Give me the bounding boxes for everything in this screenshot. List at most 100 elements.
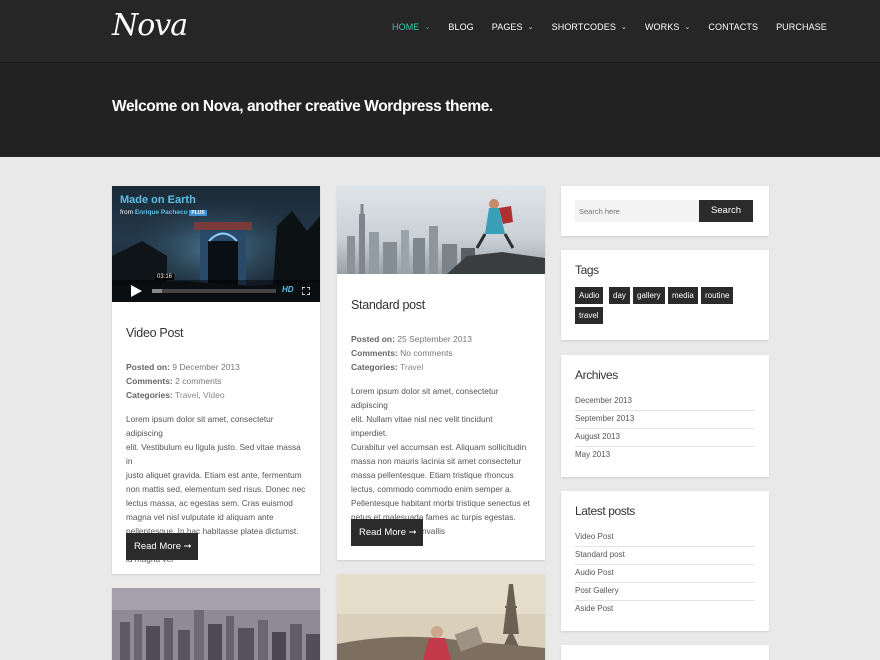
video-title[interactable]: Made on Earth	[120, 194, 196, 206]
latest-posts-widget: Latest posts Video Post Standard post Au…	[561, 491, 769, 631]
comments-link[interactable]: 2 comments	[175, 376, 221, 386]
post-categories: Categories: Travel, Video	[126, 388, 306, 402]
meta-value: 9 December 2013	[172, 362, 240, 372]
video-author-link[interactable]: Enrique Pacheco	[135, 209, 188, 216]
nav-item-works[interactable]: WORKS ⌄	[645, 22, 690, 32]
excerpt-line: Lorem ipsum dolor sit amet, consectetur …	[351, 386, 499, 410]
nav-item-shortcodes[interactable]: SHORTCODES ⌄	[552, 22, 627, 32]
tag-media[interactable]: media	[668, 287, 698, 304]
excerpt-line: massa non mauris lacinia sit amet consec…	[351, 456, 522, 466]
latest-post-link[interactable]: Aside Post	[575, 601, 755, 619]
post-comments: Comments: No comments	[351, 346, 531, 360]
tags-widget: Tags Audio day gallery media routine tra…	[561, 250, 769, 340]
excerpt-line: lectus, commodo commodo enim semper a.	[351, 484, 512, 494]
city-photo	[347, 199, 545, 274]
widget-title-latest-posts: Latest posts	[575, 504, 635, 518]
archive-link[interactable]: August 2013	[575, 429, 755, 447]
meta-value: 25 September 2013	[397, 334, 472, 344]
video-progress-bar[interactable]	[152, 289, 276, 293]
video-player[interactable]: Made on Earth from Enrique Pacheco PLUS …	[112, 186, 320, 302]
chevron-down-icon: ⌄	[527, 24, 534, 31]
latest-post-link[interactable]: Post Gallery	[575, 583, 755, 601]
read-more-button[interactable]: Read More ➞	[126, 533, 198, 560]
tag-audio[interactable]: Audio	[575, 287, 604, 304]
nav-item-home[interactable]: HOME ⌄	[392, 22, 430, 32]
post-categories: Categories: Travel	[351, 360, 531, 374]
excerpt-line: Lorem ipsum dolor sit amet, consectetur …	[126, 414, 274, 438]
category-link[interactable]: Travel	[400, 362, 423, 372]
meta-label: Categories:	[126, 390, 173, 400]
city-skyline-photo[interactable]	[112, 588, 320, 660]
latest-post-link[interactable]: Standard post	[575, 547, 755, 565]
widget-title-tags: Tags	[575, 263, 599, 277]
chevron-down-icon: ⌄	[620, 24, 627, 31]
fullscreen-icon[interactable]	[302, 287, 310, 295]
top-navigation-bar: Nova HOME ⌄ BLOG PAGES ⌄ SHORTCODES ⌄ WO…	[0, 0, 880, 63]
post-image[interactable]	[337, 186, 545, 274]
excerpt-line: elit. Nullam vitae nisl nec velit tincid…	[351, 414, 493, 438]
meta-label: Comments:	[351, 348, 398, 358]
archive-link[interactable]: December 2013	[575, 393, 755, 411]
meta-label: Comments:	[126, 376, 173, 386]
main-menu: HOME ⌄ BLOG PAGES ⌄ SHORTCODES ⌄ WORKS ⌄…	[392, 22, 845, 32]
nav-item-label: PURCHASE	[776, 22, 827, 32]
post-card-standard: Standard post Posted on: 25 September 20…	[337, 186, 545, 560]
nav-item-label: PAGES	[491, 22, 523, 32]
category-link[interactable]: Travel	[175, 390, 198, 400]
excerpt-line: elit. Vestibulum eu ligula justo. Sed vi…	[126, 442, 301, 466]
post-title[interactable]: Standard post	[351, 298, 531, 312]
post-meta: Posted on: 25 September 2013 Comments: N…	[351, 332, 531, 374]
nav-item-label: SHORTCODES	[551, 22, 616, 32]
site-logo[interactable]: Nova	[112, 8, 188, 43]
post-meta: Posted on: 9 December 2013 Comments: 2 c…	[126, 360, 306, 402]
search-input[interactable]	[575, 200, 699, 222]
tag-travel[interactable]: travel	[575, 307, 603, 324]
tag-day[interactable]: day	[609, 287, 630, 304]
post-title[interactable]: Video Post	[126, 326, 306, 340]
nav-item-label: BLOG	[448, 22, 474, 32]
latest-post-link[interactable]: Video Post	[575, 529, 755, 547]
post-card-image	[112, 588, 320, 660]
excerpt-line: justo aliquet gravida. Etiam est ante, f…	[126, 470, 302, 480]
meta-label: Categories:	[351, 362, 398, 372]
nav-item-blog[interactable]: BLOG	[448, 22, 473, 32]
search-button[interactable]: Search	[699, 200, 753, 222]
post-comments: Comments: 2 comments	[126, 374, 306, 388]
meta-label: Posted on:	[126, 362, 170, 372]
tag-routine[interactable]: routine	[701, 287, 734, 304]
sidebar-widget-partial	[561, 645, 769, 660]
archive-link[interactable]: May 2013	[575, 447, 755, 465]
nav-item-pages[interactable]: PAGES ⌄	[492, 22, 534, 32]
hd-icon[interactable]: HD	[282, 285, 294, 294]
read-more-button[interactable]: Read More ➞	[351, 519, 423, 546]
chevron-down-icon: ⌄	[684, 24, 691, 31]
play-icon[interactable]	[130, 285, 142, 297]
nav-item-label: CONTACTS	[708, 22, 759, 32]
paris-photo[interactable]	[337, 574, 545, 660]
post-date: Posted on: 9 December 2013	[126, 360, 306, 374]
latest-post-link[interactable]: Audio Post	[575, 565, 755, 583]
comments-link[interactable]: No comments	[400, 348, 452, 358]
tag-gallery[interactable]: gallery	[633, 287, 665, 304]
archive-link[interactable]: September 2013	[575, 411, 755, 429]
excerpt-line: magna vel nisl vulputate id aliquam ante	[126, 512, 274, 522]
nav-item-purchase[interactable]: PURCHASE	[776, 22, 827, 32]
post-excerpt: Lorem ipsum dolor sit amet, consectetur …	[351, 384, 531, 538]
widget-title-archives: Archives	[575, 368, 618, 382]
post-card-paris	[337, 574, 545, 660]
video-progress-fill	[152, 289, 162, 293]
archives-widget: Archives December 2013 September 2013 Au…	[561, 355, 769, 477]
meta-label: Posted on:	[351, 334, 395, 344]
nav-item-contacts[interactable]: CONTACTS	[708, 22, 758, 32]
post-date: Posted on: 25 September 2013	[351, 332, 531, 346]
excerpt-line: Pellentesque habitant morbi tristique se…	[351, 498, 530, 508]
search-widget: Search	[561, 186, 769, 236]
category-link[interactable]: Video	[203, 390, 225, 400]
nav-item-label: HOME	[392, 22, 420, 32]
chevron-down-icon: ⌄	[424, 24, 431, 31]
nav-item-label: WORKS	[644, 22, 680, 32]
video-plus-badge: PLUS	[189, 210, 207, 216]
excerpt-line: non mattis sed, elementum sed risus. Don…	[126, 484, 306, 494]
excerpt-line: massa pellentesque. Etiam tristique rhon…	[351, 470, 514, 480]
excerpt-line: Curabitur vel accumsan est. Aliquam soll…	[351, 442, 527, 452]
